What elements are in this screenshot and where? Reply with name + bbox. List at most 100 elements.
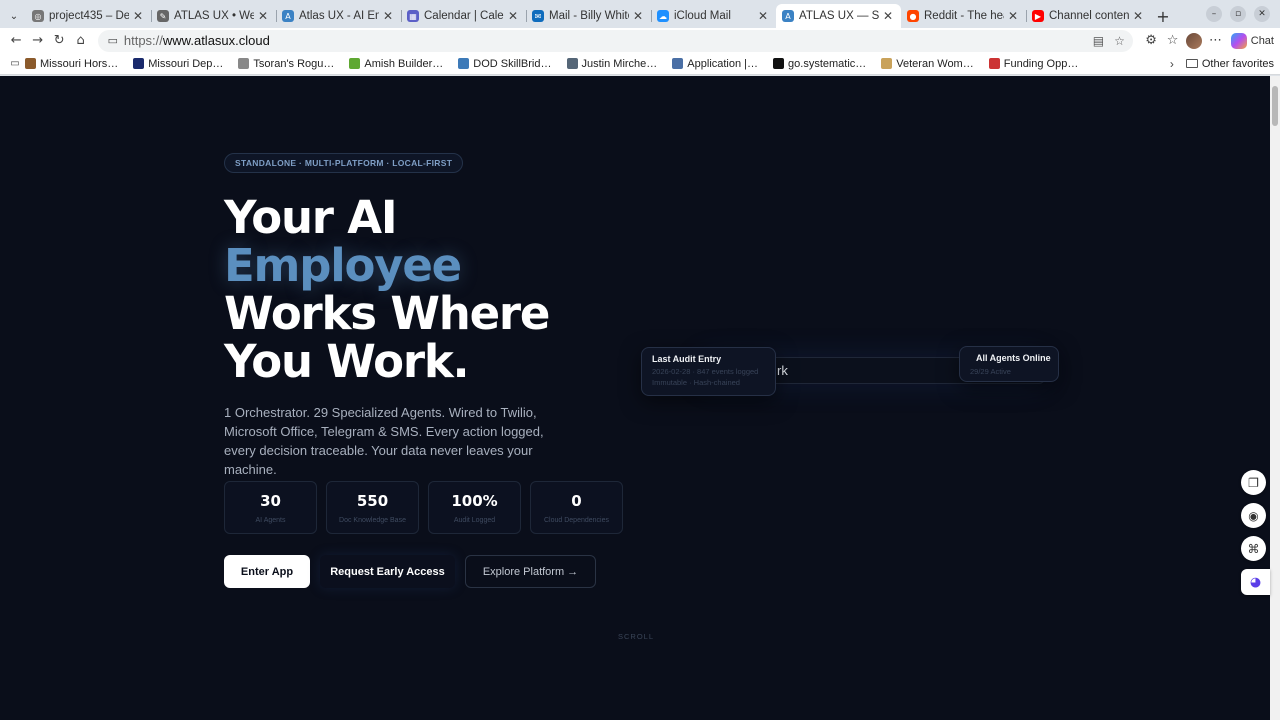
stat-card-cloud: 0 Cloud Dependencies [530,481,623,534]
bookmark-item[interactable]: Amish Builder… [349,58,443,70]
stat-value: 30 [260,491,281,510]
tab-favicon-icon: ▶ [1032,10,1044,22]
folder-icon [1185,59,1198,68]
agents-card-line: 29/29 Active [970,367,1011,376]
assistant-bot-icon[interactable]: ◕ [1241,569,1270,595]
window-controls: – ▫ ✕ [1206,0,1280,28]
bookmark-label: go.systematic… [788,57,867,70]
browser-tab[interactable]: ▦ Calendar | Calendar✕ [401,4,526,28]
bookmark-item[interactable]: go.systematic… [773,58,866,70]
reader-view-icon[interactable]: ▤ [1093,34,1104,48]
bookmark-item[interactable]: Veteran Wom… [881,58,974,70]
tab-close-icon[interactable]: ✕ [256,9,270,23]
favorites-icon[interactable]: ☆ [1162,29,1182,53]
tab-actions-menu-icon[interactable]: ⌄ [4,4,24,28]
request-early-access-button[interactable]: Request Early Access [320,555,455,588]
browser-tab[interactable]: A ATLAS UX — Stand✕ [776,4,901,28]
headline-accent: Employee [224,239,462,292]
bookmark-label: Tsoran's Rogu… [253,57,335,70]
tab-title: ATLAS UX — Stand [799,10,879,22]
bookmark-favicon-icon [349,58,361,69]
bookmark-favicon-icon [881,58,893,69]
tab-title: Atlas UX - AI Emplo [299,10,379,22]
browser-tab[interactable]: ☁ iCloud Mail ✕ [651,4,776,28]
bookmark-item[interactable]: Justin Mirche… [566,58,657,70]
profile-avatar[interactable] [1184,29,1204,53]
fingerprint-icon[interactable]: ◉ [1241,503,1266,528]
bookmark-item[interactable]: Tsoran's Rogu… [238,58,334,70]
tab-close-icon[interactable]: ✕ [631,9,645,23]
bookmark-favicon-icon [25,58,36,69]
tab-close-icon[interactable]: ✕ [381,9,395,23]
address-host: www.atlasux.cloud [162,33,270,48]
favorite-star-icon[interactable]: ☆ [1114,34,1125,48]
cta-row: Enter App Request Early Access Explore P… [224,555,596,588]
bookmark-favicon-icon [458,58,470,69]
browser-tab[interactable]: ✎ ATLAS UX • Web S✕ [151,4,276,28]
tab-close-icon[interactable]: ✕ [506,9,520,23]
tab-favicon-icon: ☁ [657,10,669,22]
bookmark-item[interactable]: Missouri Hors… [25,58,118,70]
minimize-button[interactable]: – [1206,6,1222,22]
page-scrollbar[interactable] [1270,76,1280,720]
stat-value: 550 [356,491,389,510]
apps-grid-icon[interactable]: ⌘ [1241,536,1266,561]
tab-title: ATLAS UX • Web S [174,10,254,22]
site-info-icon[interactable]: ▭ [106,29,120,53]
tab-favicon-icon: ● [907,10,919,22]
tab-close-icon[interactable]: ✕ [756,9,770,23]
bookmark-item[interactable]: Application |… [672,58,758,70]
explore-platform-button[interactable]: Explore Platform → [465,555,596,588]
bookmark-label: Application |… [687,57,759,70]
headline-line-1: Your AI [224,191,398,244]
extensions-icon[interactable]: ⚙ [1141,29,1161,53]
audit-card-line: 2026-02-28 · 847 events logged [652,367,759,376]
scroll-thumb[interactable] [1272,86,1278,126]
forward-icon[interactable]: → [27,29,47,53]
browser-toolbar: ← → ↻ ⌂ ▭ https:// www.atlasux.cloud ▤ ☆… [0,28,1280,53]
stat-card-knowledge-base: 550 Doc Knowledge Base [326,481,419,534]
bookmark-tabs-icon[interactable]: ▭ [6,52,24,76]
back-icon[interactable]: ← [6,29,26,53]
tab-favicon-icon: A [282,10,294,22]
browser-tab[interactable]: ◎ project435 – Deplo✕ [26,4,151,28]
book-icon[interactable]: ❐ [1241,470,1266,495]
tab-close-icon[interactable]: ✕ [881,9,895,23]
tab-close-icon[interactable]: ✕ [1131,9,1145,23]
bookmark-item[interactable]: DOD SkillBrid… [458,58,552,70]
copilot-chat-button[interactable]: Chat [1230,32,1274,49]
tab-close-icon[interactable]: ✕ [131,9,145,23]
bookmark-item[interactable]: Funding Opp… [988,58,1078,70]
stat-value: 100% [451,491,498,510]
other-favorites-folder[interactable]: Other favorites [1185,58,1274,70]
bookmark-item[interactable]: Missouri Dep… [133,58,223,70]
browser-tab[interactable]: ● Reddit - The heart o✕ [901,4,1026,28]
stat-label: Audit Logged [453,516,496,524]
audit-card-line: Immutable · Hash-chained [652,378,740,387]
bookmarks-overflow-chevron-icon[interactable]: › [1170,57,1174,71]
enter-app-button[interactable]: Enter App [224,555,310,588]
audit-card-title: Last Audit Entry [652,354,722,364]
scroll-hint: SCROLL [618,632,655,641]
tab-favicon-icon: ✎ [157,10,169,22]
browser-tab[interactable]: A Atlas UX - AI Emplo✕ [276,4,401,28]
tab-close-icon[interactable]: ✕ [1006,9,1020,23]
stat-label: Cloud Dependencies [544,516,609,524]
tab-favicon-icon: A [782,10,794,22]
stat-card-audit: 100% Audit Logged [428,481,521,534]
tab-title: Calendar | Calendar [424,10,504,22]
tab-title: Mail - Billy Whited [549,10,629,22]
maximize-button[interactable]: ▫ [1230,6,1246,22]
bookmark-favicon-icon [988,58,1000,69]
close-window-button[interactable]: ✕ [1254,6,1270,22]
address-bar[interactable]: ▭ https:// www.atlasux.cloud ▤ ☆ [97,29,1133,53]
new-tab-button[interactable]: + [1151,4,1175,28]
browser-tab[interactable]: ▶ Channel content - Y✕ [1026,4,1151,28]
browser-tab[interactable]: ✉ Mail - Billy Whited✕ [526,4,651,28]
copilot-icon [1230,32,1247,49]
more-menu-icon[interactable]: ⋯ [1205,29,1225,53]
stat-card-agents: 30 AI Agents [224,481,317,534]
bookmark-favicon-icon [566,58,578,69]
home-icon[interactable]: ⌂ [70,29,90,53]
refresh-icon[interactable]: ↻ [49,29,69,53]
